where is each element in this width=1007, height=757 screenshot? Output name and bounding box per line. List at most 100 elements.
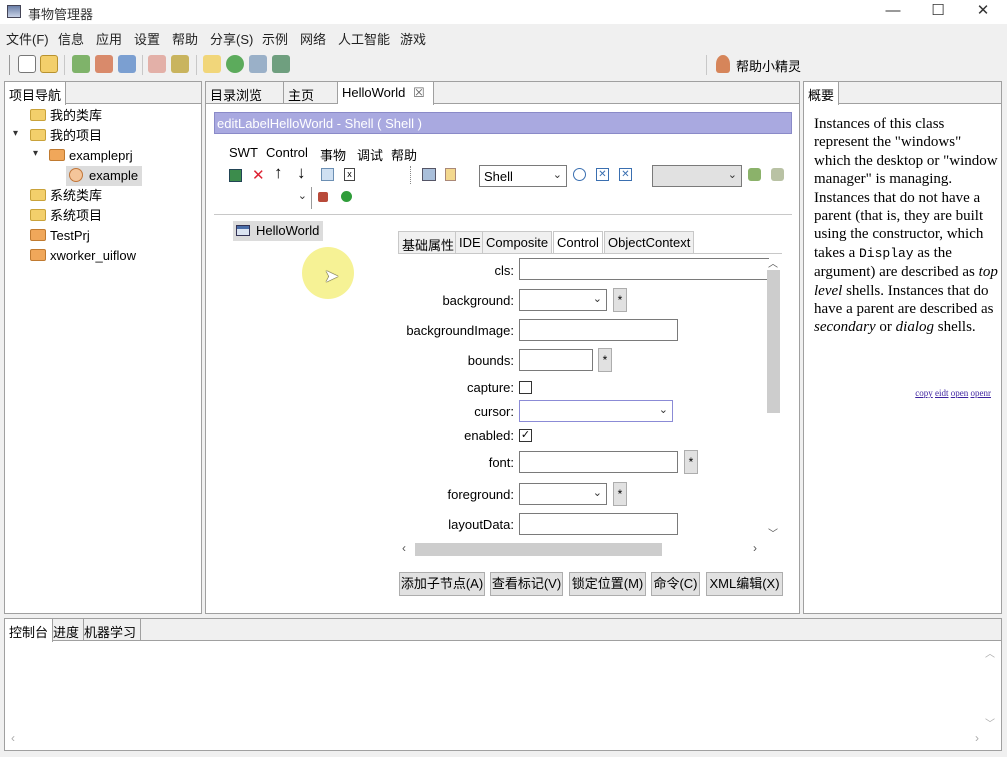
scroll-down-icon[interactable]: ﹀ (768, 525, 778, 540)
bookmark-icon[interactable] (445, 168, 456, 181)
inner-menu-control[interactable]: Control (266, 145, 308, 160)
run-icon[interactable] (341, 191, 352, 202)
capture-checkbox[interactable] (519, 381, 532, 394)
horizontal-scrollbar-thumb[interactable] (415, 543, 662, 556)
tab-object-context[interactable]: ObjectContext (604, 231, 695, 254)
remove-all-icon[interactable]: ✕ (619, 168, 632, 181)
inner-menu-help[interactable]: 帮助 (391, 145, 417, 164)
scroll-up-icon[interactable]: ︿ (985, 645, 995, 660)
open-folder-icon[interactable] (40, 55, 58, 73)
vertical-scrollbar-thumb[interactable] (767, 270, 780, 413)
menu-file[interactable]: 文件(F) (6, 29, 49, 48)
scroll-right-icon[interactable]: › (975, 731, 979, 745)
tree-node-helloworld[interactable]: HelloWorld (233, 221, 324, 241)
font-input[interactable] (519, 451, 678, 473)
refresh-icon[interactable] (72, 55, 90, 73)
layout-data-input[interactable] (519, 513, 678, 535)
enabled-checkbox[interactable]: ✓ (519, 429, 532, 442)
inner-menu-thing[interactable]: 事物 (320, 145, 346, 164)
menu-games[interactable]: 游戏 (400, 29, 426, 48)
tab-basic-props[interactable]: 基础属性 (398, 231, 459, 254)
minimize-button[interactable]: — (870, 0, 916, 24)
background-combo[interactable]: ⌄ (519, 289, 607, 311)
menu-network[interactable]: 网络 (300, 29, 326, 48)
helper-label[interactable]: 帮助小精灵 (736, 56, 801, 75)
chevron-down-icon[interactable]: ▾ (33, 148, 38, 159)
plugin-remove-icon[interactable] (771, 168, 784, 181)
picture-icon[interactable] (95, 55, 113, 73)
edit-link[interactable]: eidt (935, 388, 949, 398)
background-image-input[interactable] (519, 319, 678, 341)
scroll-right-icon[interactable]: › (753, 541, 757, 555)
tree-item-my-projects[interactable]: 我的项目 (30, 126, 102, 146)
tree-item-xworker-uiflow[interactable]: xworker_uiflow (30, 246, 136, 266)
scroll-left-icon[interactable]: ‹ (402, 541, 406, 555)
close-doc-icon[interactable]: x (344, 168, 355, 181)
scroll-left-icon[interactable]: ‹ (11, 731, 15, 745)
maximize-button[interactable]: ☐ (915, 0, 961, 24)
tree-item-exampleprj[interactable]: exampleprj (49, 146, 133, 166)
tree-item-testprj[interactable]: TestPrj (30, 226, 90, 246)
class-combo[interactable]: Shell ⌄ (479, 165, 567, 187)
menu-help[interactable]: 帮助 (172, 29, 198, 48)
move-up-icon[interactable]: ↑ (274, 163, 283, 183)
note-icon[interactable] (203, 55, 221, 73)
tab-progress[interactable]: 进度 (49, 619, 85, 641)
tab-directory-browse[interactable]: 目录浏览 (206, 82, 284, 104)
action-combo[interactable]: ⌄ (652, 165, 742, 187)
tab-helloworld[interactable]: HelloWorld ☒ (338, 82, 434, 105)
xml-edit-button[interactable]: XML编辑(X) (706, 572, 783, 596)
inner-menu-debug[interactable]: 调试 (357, 145, 383, 164)
tab-machine-learning[interactable]: 机器学习 (80, 619, 142, 641)
outline-icon[interactable] (422, 168, 436, 181)
lock-position-button[interactable]: 锁定位置(M) (569, 572, 646, 596)
remove-icon[interactable]: ✕ (596, 168, 609, 181)
tab-ide[interactable]: IDE (455, 231, 485, 254)
inner-menu-swt[interactable]: SWT (229, 145, 258, 160)
font-picker-button[interactable]: * (684, 450, 698, 474)
scroll-down-icon[interactable]: ﹀ (985, 715, 995, 730)
add-child-node-button[interactable]: 添加子节点(A) (399, 572, 485, 596)
globe-icon[interactable] (226, 55, 244, 73)
cursor-combo[interactable]: ⌄ (519, 400, 673, 422)
menu-settings[interactable]: 设置 (134, 29, 160, 48)
image-icon[interactable] (249, 55, 267, 73)
monitor-icon[interactable] (272, 55, 290, 73)
tab-project-nav[interactable]: 项目导航 (5, 82, 67, 105)
cls-input[interactable] (519, 258, 769, 280)
move-down-icon[interactable]: ↓ (297, 163, 306, 183)
foreground-picker-button[interactable]: * (613, 482, 627, 506)
bounds-picker-button[interactable]: * (598, 348, 612, 372)
new-file-icon[interactable] (18, 55, 36, 73)
open-link[interactable]: open (951, 388, 969, 398)
tree-item-system-library[interactable]: 系统类库 (30, 186, 102, 206)
scroll-up-icon[interactable]: ︿ (768, 255, 778, 270)
close-button[interactable]: ✕ (960, 0, 1006, 24)
menu-apps[interactable]: 应用 (96, 29, 122, 48)
debug-icon[interactable] (318, 192, 328, 202)
copy-icon[interactable] (321, 168, 334, 181)
menu-ai[interactable]: 人工智能 (338, 29, 390, 48)
pdf-icon[interactable] (148, 55, 166, 73)
tab-summary[interactable]: 概要 (804, 82, 840, 105)
sync-icon[interactable] (118, 55, 136, 73)
view-marks-button[interactable]: 查看标记(V) (490, 572, 563, 596)
copy-link[interactable]: copy (915, 388, 933, 398)
command-button[interactable]: 命令(C) (651, 572, 700, 596)
menu-examples[interactable]: 示例 (262, 29, 288, 48)
menu-info[interactable]: 信息 (58, 29, 84, 48)
plugin-icon[interactable] (748, 168, 761, 181)
helper-icon[interactable] (716, 55, 730, 73)
delete-icon[interactable]: ✕ (252, 166, 265, 184)
tab-control[interactable]: Control (553, 231, 603, 254)
background-picker-button[interactable]: * (613, 288, 627, 312)
close-tab-icon[interactable]: ☒ (413, 85, 425, 100)
foreground-combo[interactable]: ⌄ (519, 483, 607, 505)
openr-link[interactable]: openr (971, 388, 992, 398)
tree-item-system-projects[interactable]: 系统项目 (30, 206, 102, 226)
bounds-input[interactable] (519, 349, 593, 371)
chevron-down-icon[interactable]: ▾ (13, 128, 18, 139)
menu-share[interactable]: 分享(S) (210, 29, 253, 48)
preview-icon[interactable] (573, 168, 586, 181)
tools-icon[interactable] (171, 55, 189, 73)
